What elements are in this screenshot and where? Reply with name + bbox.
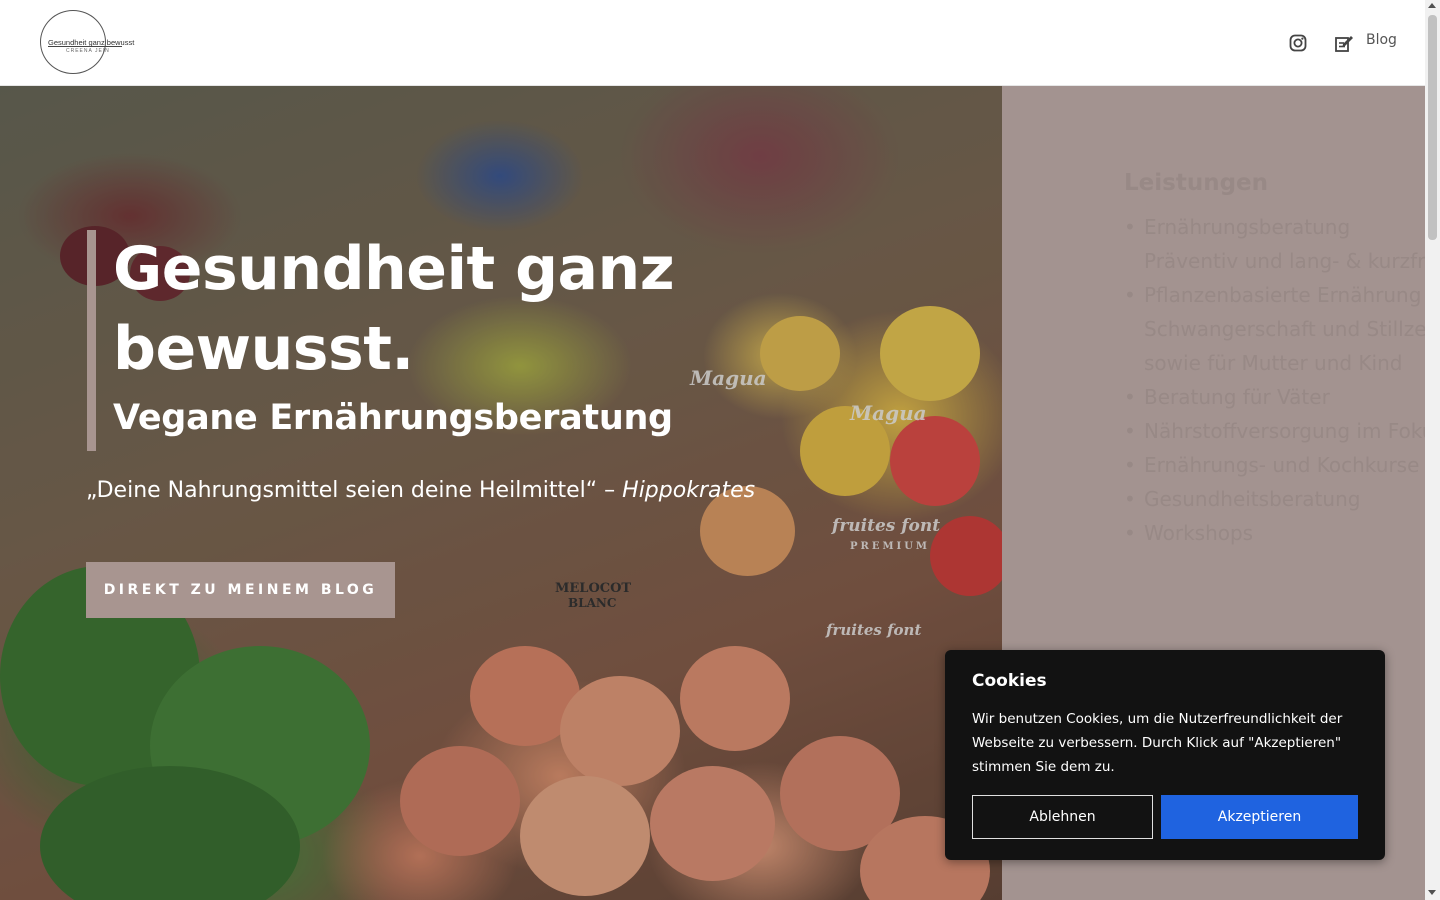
page-scrollbar[interactable] bbox=[1425, 0, 1440, 900]
blog-cta-button[interactable]: DIREKT ZU MEINEM BLOG bbox=[86, 562, 395, 618]
hero-title: Gesundheit ganz bewusst. bbox=[113, 234, 675, 384]
nav-blog-label: Blog bbox=[1366, 32, 1397, 48]
services-item: sowie für Mutter und Kind bbox=[1144, 351, 1403, 375]
hero-subtitle: Vegane Ernährungsberatung bbox=[113, 398, 673, 438]
services-item: Ernährungs- und Kochkurse bbox=[1124, 448, 1425, 482]
cookie-title: Cookies bbox=[972, 671, 1047, 691]
services-item: Workshops bbox=[1124, 516, 1425, 550]
services-item: Nährstoffversorgung im Fokus bbox=[1124, 414, 1425, 448]
scroll-down-arrow-icon[interactable] bbox=[1428, 890, 1436, 895]
services-title: Leistungen bbox=[1124, 170, 1269, 196]
edit-note-icon bbox=[1334, 33, 1354, 53]
cookie-banner: Cookies Wir benutzen Cookies, um die Nut… bbox=[945, 650, 1385, 860]
services-item: Ernährungsberatung bbox=[1124, 210, 1425, 244]
services-item: Schwangerschaft und Stillzeit bbox=[1144, 317, 1425, 341]
scroll-up-arrow-icon[interactable] bbox=[1428, 3, 1436, 8]
services-list: Ernährungsberatung Präventiv und lang- &… bbox=[1124, 210, 1425, 550]
services-item: Präventiv und lang- & kurzfristig bbox=[1144, 249, 1425, 273]
site-header: Gesundheit ganz bewusst CREENA JEIN Blog bbox=[0, 0, 1425, 86]
scrollbar-thumb[interactable] bbox=[1428, 15, 1437, 240]
hero-section: Magua Magua fruites font PREMIUM fruites… bbox=[0, 86, 1002, 900]
cookie-decline-button[interactable]: Ablehnen bbox=[972, 795, 1153, 839]
cookie-text: Wir benutzen Cookies, um die Nutzerfreun… bbox=[972, 711, 1343, 775]
hero-quote: „Deine Nahrungsmittel seien deine Heilmi… bbox=[86, 476, 755, 506]
hero-quote-text: „Deine Nahrungsmittel seien deine Heilmi… bbox=[86, 478, 623, 503]
logo-subtext: CREENA JEIN bbox=[66, 48, 110, 54]
hero-accent-bar bbox=[87, 230, 96, 451]
cookie-accept-button[interactable]: Akzeptieren bbox=[1161, 795, 1358, 839]
services-item: Pflanzenbasierte Ernährung in der bbox=[1124, 278, 1425, 312]
services-item: Gesundheitsberatung bbox=[1124, 482, 1425, 516]
instagram-icon[interactable] bbox=[1288, 33, 1308, 53]
nav-blog-link[interactable]: Blog bbox=[1334, 30, 1397, 54]
logo-divider bbox=[48, 46, 122, 47]
hero-quote-author: Hippokrates bbox=[622, 478, 756, 503]
services-item: Beratung für Väter bbox=[1124, 380, 1425, 414]
